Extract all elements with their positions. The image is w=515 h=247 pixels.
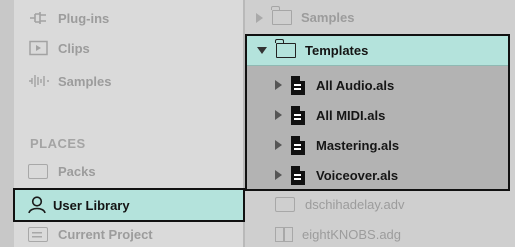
waveform-icon: [28, 73, 50, 89]
folder-row-templates[interactable]: Templates: [247, 36, 508, 66]
file-label: Voiceover.als: [316, 167, 399, 183]
file-row-dschihadelay[interactable]: dschihadelay.adv: [275, 197, 405, 212]
live-set-file-icon: [291, 135, 305, 155]
sidebar-item-label: Samples: [58, 73, 112, 89]
chevron-right-icon[interactable]: [275, 170, 282, 180]
chevron-down-icon[interactable]: [257, 47, 267, 54]
live-set-file-icon: [291, 105, 305, 125]
sidebar-item-clips[interactable]: Clips: [28, 40, 90, 56]
project-icon: [28, 227, 48, 242]
file-row[interactable]: All Audio.als: [247, 70, 508, 100]
file-label: Mastering.als: [316, 137, 400, 153]
folder-label: Samples: [301, 10, 355, 25]
sidebar-item-label: Plug-ins: [58, 10, 110, 26]
places-heading: PLACES: [30, 136, 86, 151]
sidebar-item-user-library[interactable]: User Library: [13, 188, 245, 222]
chevron-right-icon[interactable]: [275, 110, 282, 120]
file-label: dschihadelay.adv: [305, 197, 405, 212]
file-label: eightKNOBS.adg: [302, 227, 402, 242]
folder-row-samples[interactable]: Samples: [250, 6, 355, 25]
file-row-eightknobs[interactable]: eightKNOBS.adg: [275, 227, 401, 242]
sidebar-item-label: Packs: [58, 164, 96, 179]
sidebar-item-label: Current Project: [58, 227, 153, 242]
sidebar-item-packs[interactable]: Packs: [28, 164, 96, 179]
folder-label: Templates: [305, 43, 369, 58]
box-icon: [28, 164, 48, 179]
user-icon: [27, 195, 47, 215]
file-row[interactable]: All MIDI.als: [247, 100, 508, 130]
device-group-icon: [275, 227, 293, 242]
sidebar-edge: [0, 0, 14, 247]
folder-icon: [275, 39, 296, 58]
file-label: All Audio.als: [316, 77, 395, 93]
sidebar-item-current-project[interactable]: Current Project: [28, 227, 153, 242]
chevron-right-icon: [256, 12, 263, 23]
clip-icon: [28, 40, 50, 56]
file-row[interactable]: Mastering.als: [247, 130, 508, 160]
folder-icon: [271, 6, 292, 25]
file-label: All MIDI.als: [316, 107, 386, 123]
sidebar-item-label: User Library: [53, 197, 130, 213]
audio-effect-preset-icon: [275, 197, 295, 212]
chevron-right-icon[interactable]: [275, 140, 282, 150]
sidebar-item-samples[interactable]: Samples: [28, 73, 111, 89]
live-set-file-icon: [291, 75, 305, 95]
chevron-right-icon[interactable]: [275, 80, 282, 90]
plugin-icon: [28, 10, 50, 26]
templates-folder-expanded: Templates All Audio.als All MIDI.als Mas…: [245, 34, 510, 191]
sidebar-item-label: Clips: [58, 40, 90, 56]
sidebar-item-plugins[interactable]: Plug-ins: [28, 10, 109, 26]
file-row[interactable]: Voiceover.als: [247, 160, 508, 190]
live-set-file-icon: [291, 165, 305, 185]
